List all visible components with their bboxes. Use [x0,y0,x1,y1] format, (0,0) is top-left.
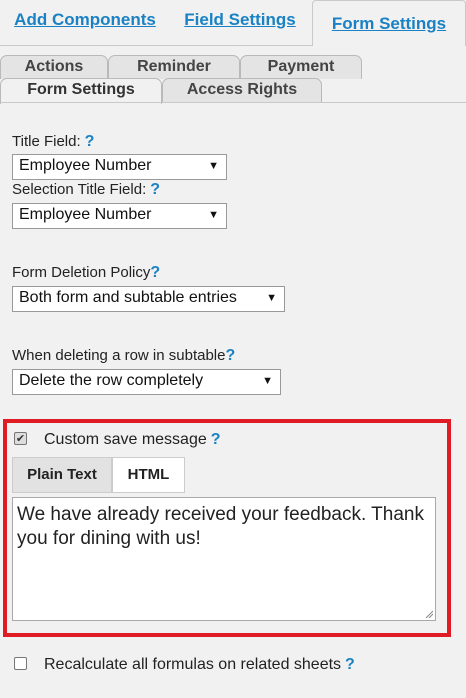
custom-save-message-textarea[interactable]: We have already received your feedback. … [12,497,436,621]
subtab-payment[interactable]: Payment [240,55,362,79]
selection-title-field-select[interactable]: Employee Number ▼ [12,203,227,229]
subtab-reminder[interactable]: Reminder [108,55,240,79]
subtab-divider [0,102,466,103]
tab-add-components[interactable]: Add Components [0,0,170,42]
deletion-policy-label: Form Deletion Policy? [12,264,161,281]
help-icon[interactable]: ? [225,347,235,364]
help-icon[interactable]: ? [211,431,221,448]
dropdown-arrow-icon: ▼ [208,160,219,172]
dropdown-arrow-icon: ▼ [266,292,277,304]
custom-save-checkbox[interactable]: ✔ [14,432,27,445]
help-icon[interactable]: ? [150,181,160,198]
help-icon[interactable]: ? [150,264,160,281]
help-icon[interactable]: ? [345,656,355,673]
help-icon[interactable]: ? [85,133,95,150]
tab-form-settings[interactable]: Form Settings [312,0,466,46]
subtab-form-settings[interactable]: Form Settings [0,78,162,104]
recalculate-checkbox[interactable] [14,657,27,670]
top-tab-bar: Add Components Field Settings Form Setti… [0,0,466,46]
tab-bar-divider [0,42,312,46]
subtab-actions[interactable]: Actions [0,55,108,79]
recalculate-label: Recalculate all formulas on related shee… [44,656,355,673]
deletion-policy-select[interactable]: Both form and subtable entries ▼ [12,286,285,312]
subtable-delete-select[interactable]: Delete the row completely ▼ [12,369,281,395]
tab-field-settings[interactable]: Field Settings [170,0,310,42]
dropdown-arrow-icon: ▼ [262,375,273,387]
title-field-select[interactable]: Employee Number ▼ [12,154,227,180]
resize-handle-icon[interactable] [425,610,433,618]
subtab-access-rights[interactable]: Access Rights [162,78,322,102]
subtable-delete-label: When deleting a row in subtable? [12,347,236,364]
dropdown-arrow-icon: ▼ [208,209,219,221]
custom-save-label: Custom save message? [44,431,221,448]
selection-title-field-label: Selection Title Field:? [12,181,161,198]
tab-html[interactable]: HTML [112,457,185,493]
tab-plain-text[interactable]: Plain Text [12,457,112,493]
title-field-label: Title Field:? [12,133,95,150]
